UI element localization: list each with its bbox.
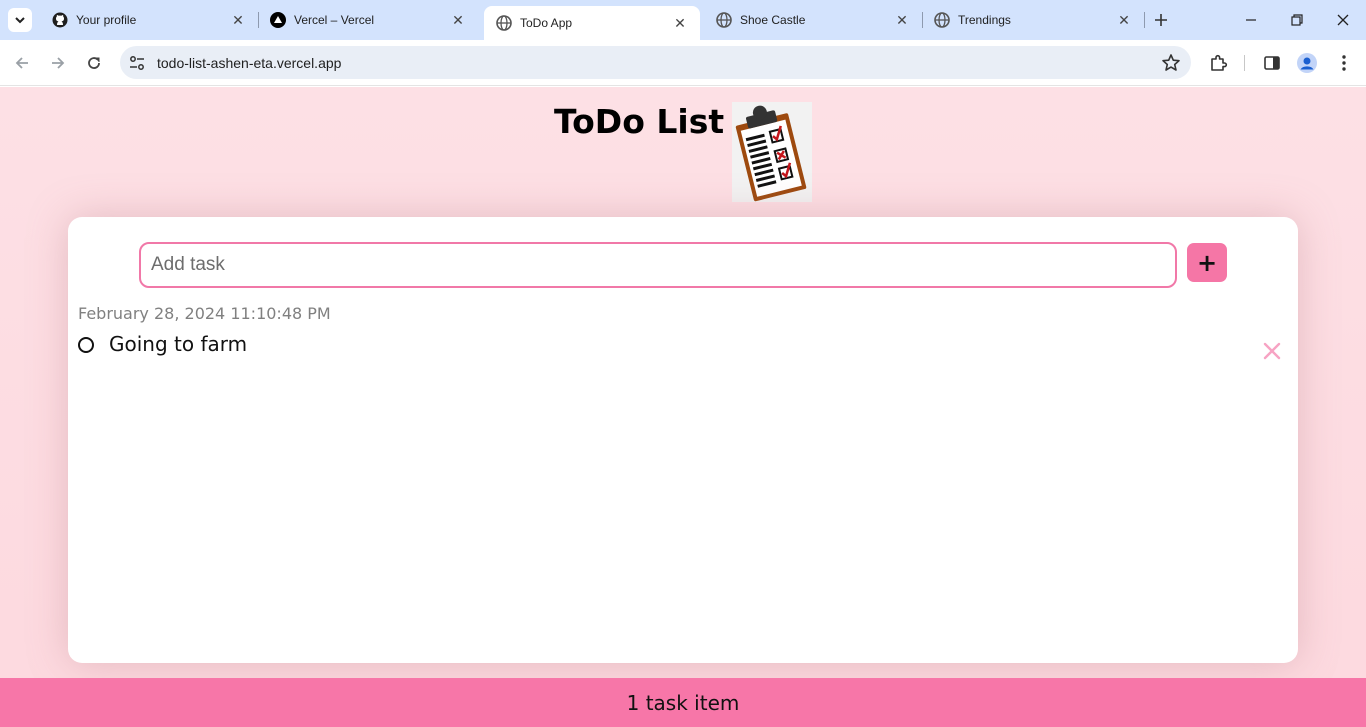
site-settings-icon[interactable] (128, 54, 146, 72)
address-bar[interactable]: todo-list-ashen-eta.vercel.app (120, 46, 1191, 79)
restore-button[interactable] (1274, 0, 1320, 40)
tab-your-profile[interactable]: Your profile ✕ (40, 0, 258, 40)
vercel-icon (270, 12, 286, 28)
task-count: 1 task item (626, 690, 740, 715)
tab-title: ToDo App (520, 16, 573, 30)
tab-trendings[interactable]: Trendings ✕ (922, 0, 1144, 40)
add-task-input[interactable] (139, 242, 1177, 288)
profile-button[interactable] (1296, 52, 1318, 74)
back-button[interactable] (8, 49, 36, 77)
tab-shoe-castle[interactable]: Shoe Castle ✕ (704, 0, 922, 40)
reload-button[interactable] (80, 49, 108, 77)
forward-button[interactable] (44, 49, 72, 77)
tab-vercel[interactable]: Vercel – Vercel ✕ (258, 0, 478, 40)
star-icon[interactable] (1161, 53, 1181, 73)
task-count-footer: 1 task item (0, 678, 1366, 727)
task-checkbox[interactable] (78, 337, 94, 353)
page-title: ToDo List (554, 102, 725, 141)
arrow-left-icon (15, 57, 28, 69)
close-icon[interactable]: ✕ (1116, 12, 1132, 28)
menu-button[interactable] (1333, 52, 1355, 74)
todo-page: ToDo List Add task + February 28, 2024 1… (0, 87, 1366, 727)
puzzle-icon (1211, 54, 1228, 71)
tab-title: Vercel – Vercel (294, 13, 375, 27)
tab-strip: Your profile ✕ Vercel – Vercel ✕ ToDo Ap… (0, 0, 1366, 40)
more-vert-icon (1342, 55, 1346, 71)
add-task-button[interactable]: + (1187, 243, 1227, 282)
delete-task-icon[interactable] (1262, 341, 1282, 361)
minimize-button[interactable] (1228, 0, 1274, 40)
close-icon (1337, 14, 1349, 26)
tab-title: Trendings (958, 13, 1011, 27)
reload-icon (88, 57, 100, 69)
url-text: todo-list-ashen-eta.vercel.app (157, 55, 342, 71)
tab-title: Shoe Castle (740, 13, 806, 27)
minimize-icon (1246, 19, 1256, 21)
task-text: Going to farm (109, 332, 248, 356)
close-icon[interactable]: ✕ (894, 12, 910, 28)
globe-icon (934, 12, 950, 28)
task-item: Going to farm (78, 331, 1288, 371)
browser-toolbar: todo-list-ashen-eta.vercel.app (0, 40, 1366, 86)
todo-card: + February 28, 2024 11:10:48 PM Going to… (68, 217, 1298, 663)
clipboard-logo (732, 102, 812, 202)
tab-search-button[interactable] (8, 8, 32, 32)
tab-separator (1144, 12, 1145, 28)
app-header: ToDo List (0, 87, 1366, 207)
tab-title: Your profile (76, 13, 137, 27)
close-icon[interactable]: ✕ (230, 12, 246, 28)
extensions-button[interactable] (1207, 52, 1229, 74)
task-timestamp: February 28, 2024 11:10:48 PM (78, 304, 331, 323)
clipboard-checklist-icon (735, 105, 807, 202)
close-window-button[interactable] (1320, 0, 1366, 40)
toolbar-divider (1244, 55, 1245, 71)
globe-icon (716, 12, 732, 28)
side-panel-icon (1264, 56, 1280, 70)
close-icon[interactable]: ✕ (672, 15, 688, 31)
side-panel-button[interactable] (1261, 52, 1283, 74)
tab-todo-app[interactable]: ToDo App ✕ (484, 6, 700, 40)
restore-icon (1291, 14, 1303, 26)
new-tab-button[interactable] (1150, 9, 1172, 31)
chevron-down-icon (15, 17, 25, 24)
plus-icon (1155, 14, 1167, 26)
avatar (1297, 53, 1317, 73)
close-icon[interactable]: ✕ (450, 12, 466, 28)
arrow-right-icon (52, 57, 65, 69)
globe-icon (496, 15, 512, 31)
github-icon (52, 12, 68, 28)
